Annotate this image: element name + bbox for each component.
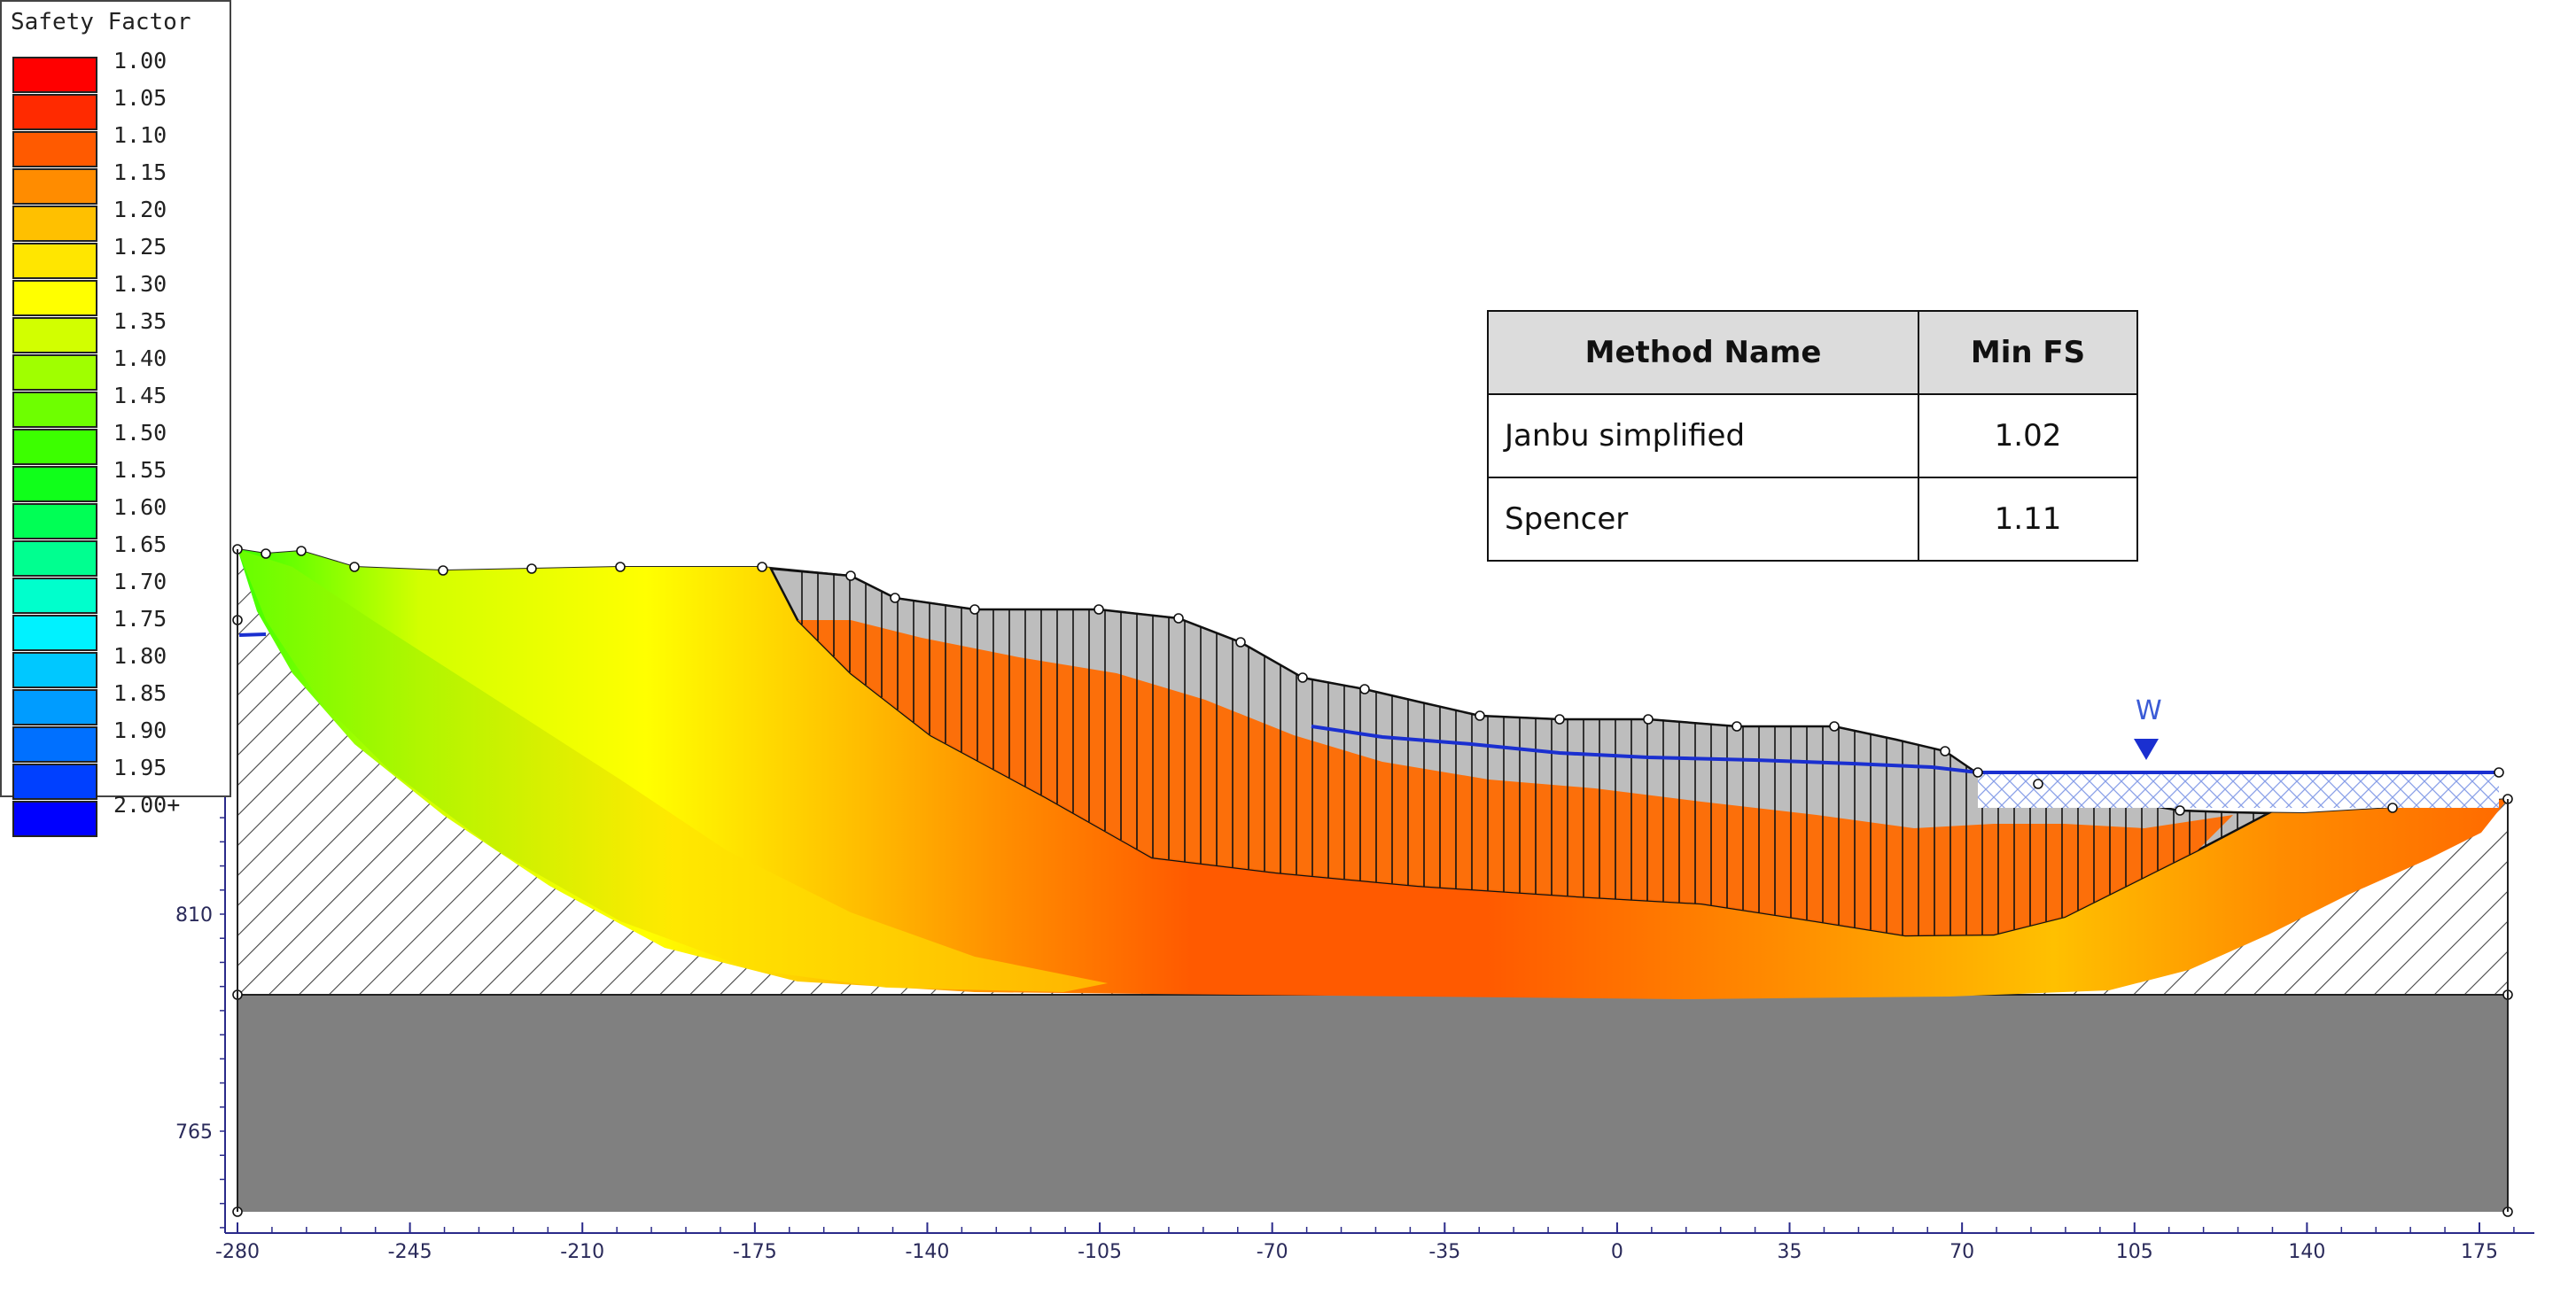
legend-swatch (12, 168, 97, 205)
x-axis: -280 -245 -210 -175 -140 -105 -70 -35 0 35 70 105 14… (215, 1222, 2534, 1263)
x-tick-label: -245 (388, 1241, 432, 1263)
water-level-marker (2134, 739, 2159, 760)
legend-label: 1.65 (113, 531, 167, 557)
x-tick-label: -140 (905, 1241, 949, 1263)
results-table: Method Name Min FS Janbu simplified 1.02… (1487, 310, 2138, 562)
legend-swatch (12, 131, 97, 167)
x-tick-label: 35 (1778, 1241, 1802, 1263)
legend-label: 1.35 (113, 308, 167, 334)
method-name-cell: Spencer (1487, 477, 1919, 562)
legend-swatch (12, 243, 97, 279)
x-tick-label: 140 (2288, 1241, 2325, 1263)
x-tick-label: -280 (215, 1241, 260, 1263)
water-table-line-left (238, 632, 267, 637)
results-header-row: Method Name Min FS (1487, 310, 2138, 395)
legend-label: 1.45 (113, 383, 167, 408)
legend-label: 2.00+ (113, 792, 181, 818)
x-tick-label: -210 (560, 1241, 604, 1263)
legend-swatch (12, 280, 97, 316)
legend-title: Safety Factor (11, 9, 191, 35)
legend-label: 1.50 (113, 420, 167, 446)
x-tick-label: 0 (1611, 1241, 1623, 1263)
min-fs-cell: 1.11 (1918, 477, 2138, 562)
legend-swatch (12, 615, 97, 651)
water-marker-label: W (2136, 695, 2162, 726)
legend-label: 1.80 (113, 643, 167, 669)
legend-label: 1.10 (113, 122, 167, 148)
model-canvas: W -280 -245 -210 -175 -140 -105 -70 -35 0 35 70 105… (175, 544, 2534, 1263)
ponded-water (1978, 772, 2499, 808)
legend-label: 1.25 (113, 234, 167, 260)
x-tick-label: -175 (733, 1241, 777, 1263)
slope-stability-model: W -280 -245 -210 -175 -140 -105 -70 -35 0 35 70 105… (0, 0, 2576, 1311)
legend-label: 1.55 (113, 457, 167, 483)
header-method-name: Method Name (1487, 310, 1919, 395)
legend-swatch (12, 689, 97, 725)
legend-swatch (12, 764, 97, 800)
legend-swatch (12, 578, 97, 614)
legend-swatch (12, 94, 97, 130)
legend-label: 1.15 (113, 159, 167, 185)
x-tick-label: 175 (2461, 1241, 2498, 1263)
legend-label: 1.60 (113, 494, 167, 520)
legend-label: 1.90 (113, 718, 167, 743)
legend-label: 1.95 (113, 755, 167, 780)
x-tick-label: 105 (2116, 1241, 2153, 1263)
legend-swatch (12, 652, 97, 688)
legend-label: 1.30 (113, 271, 167, 297)
legend-swatch (12, 206, 97, 242)
legend-label: 1.85 (113, 680, 167, 706)
legend-label: 1.40 (113, 345, 167, 371)
safety-factor-legend: Safety Factor 1.00 1.05 1.10 1.15 1.20 1.25 1.… (0, 0, 231, 837)
bedrock-layer (237, 995, 2508, 1212)
legend-swatch (12, 540, 97, 577)
y-tick-label: 810 (175, 904, 213, 927)
legend-swatch (12, 801, 97, 837)
legend-label: 1.75 (113, 606, 167, 632)
legend-swatch (12, 57, 97, 93)
legend-label: 1.00 (113, 48, 167, 74)
x-tick-label: 70 (1950, 1241, 1974, 1263)
y-tick-label: 765 (175, 1121, 213, 1144)
method-name-cell: Janbu simplified (1487, 393, 1919, 478)
y-axis: 810 765 (175, 797, 226, 1233)
legend-swatch (12, 392, 97, 428)
legend-label: 1.20 (113, 197, 167, 222)
x-tick-label: -70 (1257, 1241, 1288, 1263)
legend-label: 1.05 (113, 85, 167, 111)
min-fs-cell: 1.02 (1918, 393, 2138, 478)
legend-swatch (12, 317, 97, 353)
legend-swatch (12, 726, 97, 763)
x-tick-label: -105 (1078, 1241, 1122, 1263)
header-min-fs: Min FS (1918, 310, 2138, 395)
table-row: Janbu simplified 1.02 (1487, 393, 2138, 478)
legend-swatch (12, 466, 97, 502)
legend-swatch (12, 354, 97, 391)
legend-label: 1.70 (113, 569, 167, 594)
table-row: Spencer 1.11 (1487, 477, 2138, 562)
x-tick-label: -35 (1428, 1241, 1460, 1263)
legend-swatch (12, 429, 97, 465)
legend-swatch (12, 503, 97, 539)
